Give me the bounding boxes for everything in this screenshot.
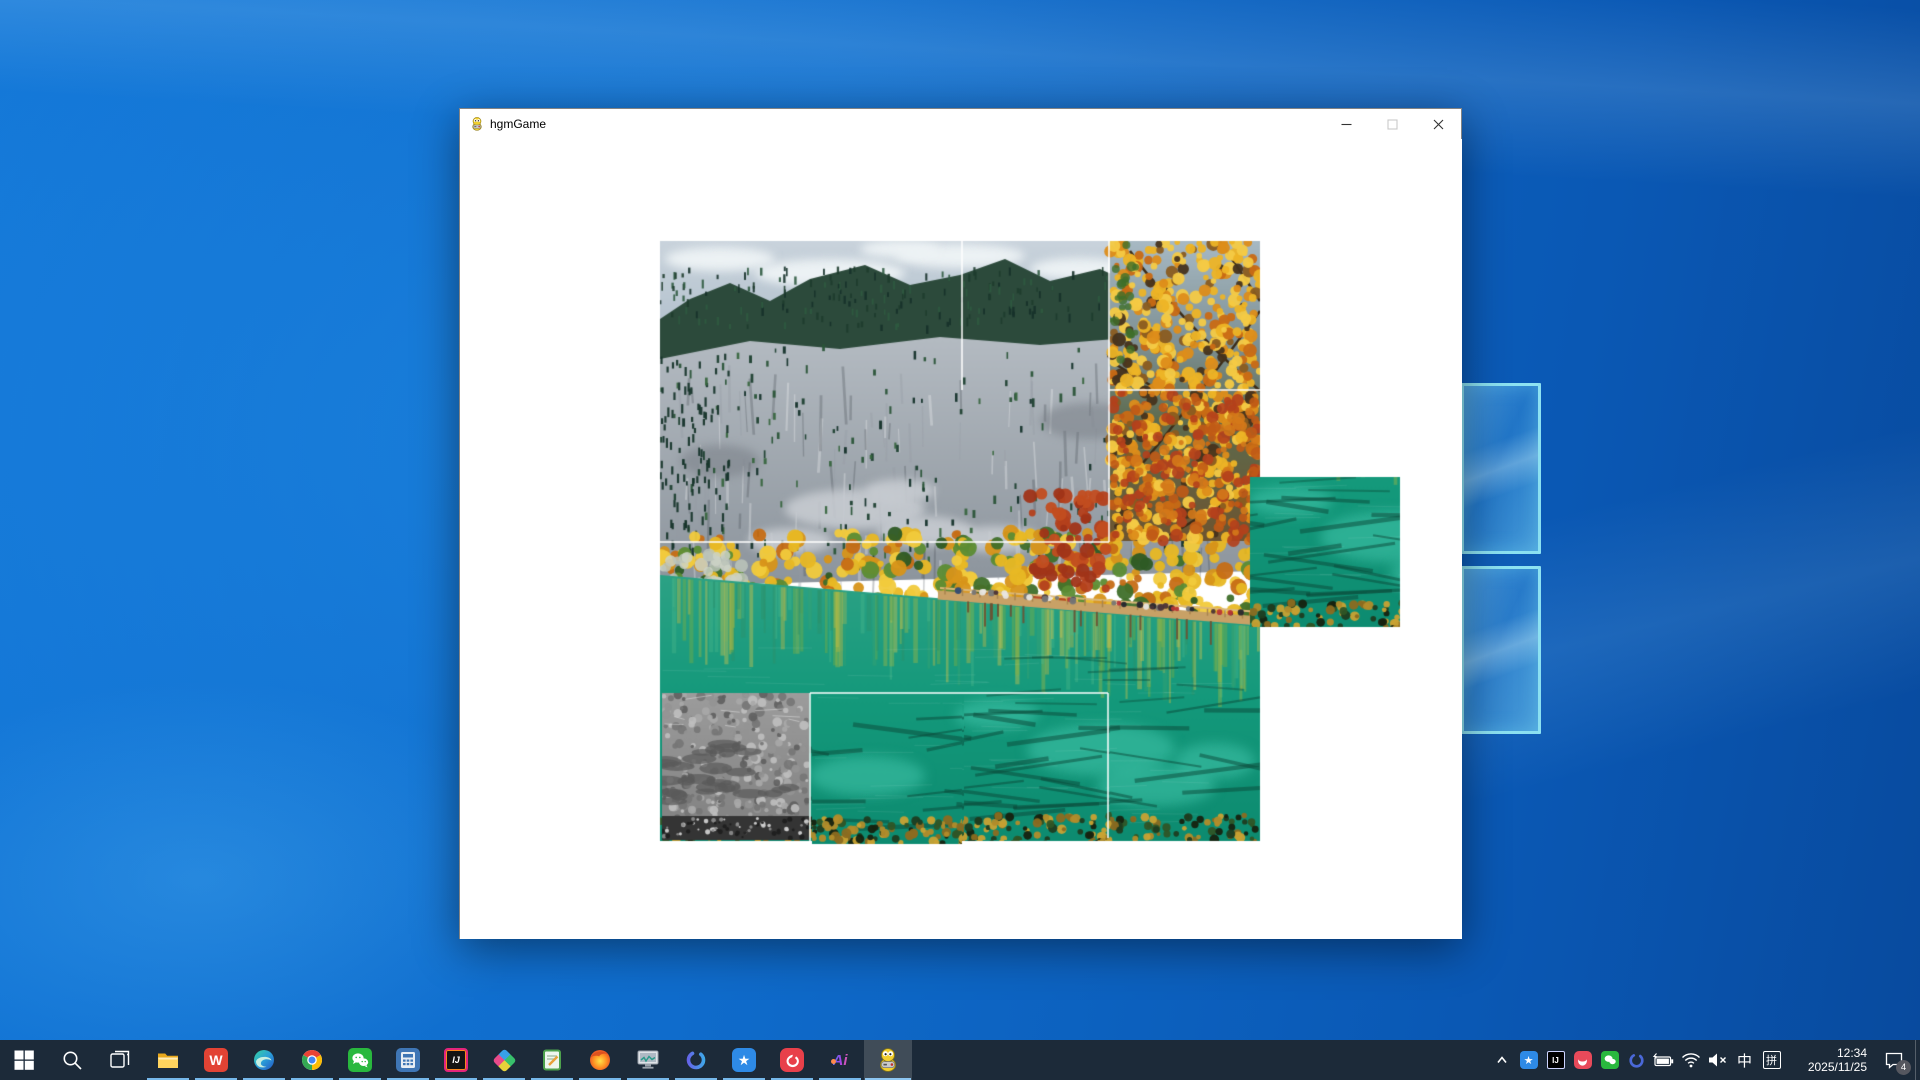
star-bubble-app-icon: ★ [732,1048,756,1072]
title-bar[interactable]: hgmGame [460,109,1461,139]
game-client-area [460,139,1461,938]
taskbar-system-monitor-button[interactable] [624,1040,672,1080]
tray-intellij-tray-button[interactable]: IJ [1542,1040,1569,1080]
taskbar-pygame-app-button[interactable] [864,1040,912,1080]
search-icon [61,1049,83,1071]
tray-red-moon-app-tray-button[interactable] [1569,1040,1596,1080]
star-bubble-tray-icon: ★ [1520,1051,1538,1069]
tray-star-bubble-tray-button[interactable]: ★ [1515,1040,1542,1080]
blue-ring-app-icon [685,1049,707,1071]
taskbar: W IJ ★ Ai ★ IJ 中拼 12:34 2025/11/25 4 [0,1040,1920,1080]
ai-app-icon: Ai [833,1052,848,1069]
edge-icon [252,1048,276,1072]
calculator-icon [396,1048,420,1072]
maximize-button[interactable] [1369,109,1415,139]
clock-time: 12:34 [1837,1046,1867,1060]
taskbar-ai-app-button[interactable]: Ai [816,1040,864,1080]
taskbar-file-explorer-button[interactable] [144,1040,192,1080]
battery-icon [1652,1052,1675,1068]
intellij-idea-icon: IJ [444,1048,468,1072]
wps-office-icon: W [204,1048,228,1072]
taskbar-edge-button[interactable] [240,1040,288,1080]
taskbar-clock[interactable]: 12:34 2025/11/25 [1787,1040,1873,1080]
taskbar-calculator-button[interactable] [384,1040,432,1080]
notepad-editor-icon [541,1049,563,1071]
taskbar-wps-office-button[interactable]: W [192,1040,240,1080]
notification-badge: 4 [1896,1060,1911,1075]
chrome-icon [300,1048,324,1072]
wallpaper-window-pane [1461,383,1541,554]
taskbar-star-bubble-app-button[interactable]: ★ [720,1040,768,1080]
start-icon [13,1049,35,1071]
taskbar-notepad-editor-button[interactable] [528,1040,576,1080]
window-title: hgmGame [490,117,546,131]
tray-wechat-tray-button[interactable] [1596,1040,1623,1080]
task-view-icon [109,1049,131,1071]
volume-muted-icon [1708,1052,1728,1068]
show-desktop-button[interactable] [1915,1040,1920,1080]
pygame-snake-icon [469,116,485,132]
close-button[interactable] [1415,109,1461,139]
firefox-icon [588,1048,612,1072]
taskbar-diamond-app-button[interactable] [480,1040,528,1080]
minimize-button[interactable] [1323,109,1369,139]
puzzle-board-canvas[interactable] [460,139,1462,939]
pygame-app-icon [875,1047,901,1073]
action-center-button[interactable]: 4 [1873,1040,1915,1080]
language-indicator-icon: 中 [1737,1050,1752,1071]
taskbar-wechat-button[interactable] [336,1040,384,1080]
red-moon-app-tray-icon [1574,1051,1592,1069]
clock-date: 2025/11/25 [1808,1060,1867,1074]
taskbar-blue-ring-app-button[interactable] [672,1040,720,1080]
tray-wifi-button[interactable] [1677,1040,1704,1080]
tray-battery-button[interactable] [1650,1040,1677,1080]
system-monitor-icon [636,1049,660,1071]
hidden-icons-chevron-icon [1494,1052,1510,1068]
taskbar-chrome-button[interactable] [288,1040,336,1080]
diamond-app-icon [496,1052,513,1069]
tray-ime-pinyin-button[interactable]: 拼 [1758,1040,1785,1080]
blue-ring-tray-icon [1628,1052,1645,1069]
file-explorer-icon [156,1048,180,1072]
taskbar-task-view-button[interactable] [96,1040,144,1080]
wifi-icon [1681,1052,1701,1068]
taskbar-netease-music-button[interactable] [768,1040,816,1080]
tray-language-indicator-button[interactable]: 中 [1731,1040,1758,1080]
taskbar-intellij-idea-button[interactable]: IJ [432,1040,480,1080]
ime-pinyin-icon: 拼 [1763,1051,1781,1069]
taskbar-start-button[interactable] [0,1040,48,1080]
wechat-icon [348,1048,372,1072]
tray-volume-muted-button[interactable] [1704,1040,1731,1080]
wallpaper-window-pane [1461,566,1541,734]
taskbar-search-button[interactable] [48,1040,96,1080]
wechat-tray-icon [1601,1051,1619,1069]
tray-hidden-icons-chevron-button[interactable] [1488,1040,1515,1080]
netease-music-icon [780,1048,804,1072]
hgmgame-window: hgmGame [459,108,1462,939]
tray-blue-ring-tray-button[interactable] [1623,1040,1650,1080]
taskbar-firefox-button[interactable] [576,1040,624,1080]
intellij-tray-icon: IJ [1547,1051,1565,1069]
